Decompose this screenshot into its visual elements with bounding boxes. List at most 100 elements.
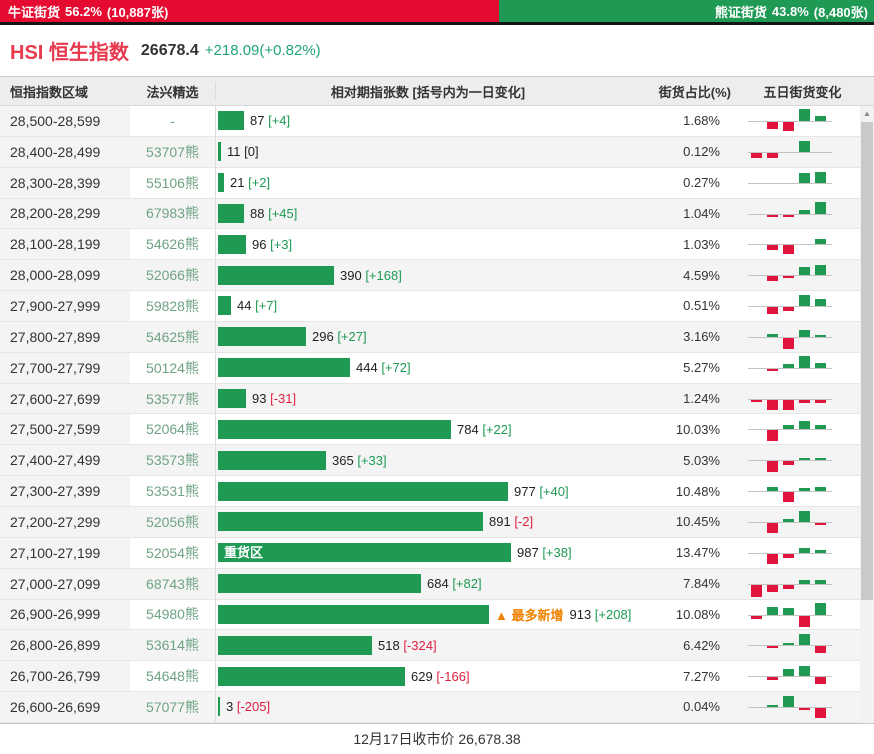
five-day-bar-down bbox=[783, 584, 794, 589]
five-day-bar-up bbox=[799, 329, 810, 337]
outstanding-pct-cell: 4.59% bbox=[683, 267, 720, 283]
sg-pick-cell[interactable]: - bbox=[130, 106, 215, 136]
sg-pick-cell[interactable]: 52054熊 bbox=[130, 538, 215, 568]
one-day-change: [+38] bbox=[542, 545, 572, 561]
index-range-cell: 28,100-28,199 bbox=[0, 229, 130, 260]
contracts-bar bbox=[218, 203, 244, 223]
outstanding-pct-cell: 5.03% bbox=[683, 452, 720, 468]
five-day-bar-down bbox=[751, 615, 762, 619]
sg-pick-cell[interactable]: 53577熊 bbox=[130, 384, 215, 414]
sg-pick-cell[interactable]: 52064熊 bbox=[130, 414, 215, 444]
outstanding-pct-cell: 10.03% bbox=[675, 421, 720, 437]
five-day-bar-up bbox=[783, 643, 794, 646]
sg-pick-cell[interactable]: 59828熊 bbox=[130, 291, 215, 321]
table-row: 26,700-26,799 54648熊 629 [-166] 7.27% bbox=[0, 661, 860, 693]
contracts-cell: 891 [-2] bbox=[215, 506, 640, 537]
index-range-cell: 27,300-27,399 bbox=[0, 476, 130, 506]
five-day-bar-down bbox=[783, 214, 794, 217]
contracts-cell: 96 [+3] bbox=[215, 229, 640, 260]
sg-pick-cell[interactable]: 67983熊 bbox=[130, 199, 215, 229]
outstanding-pct-cell: 0.51% bbox=[683, 298, 720, 314]
five-day-bar-up bbox=[783, 425, 794, 430]
closing-price-text: 12月17日收市价 26,678.38 bbox=[353, 730, 521, 747]
five-day-bar-down bbox=[783, 461, 794, 466]
bear-warrant-percent: 43.8% bbox=[771, 3, 809, 19]
bear-warrant-label: 熊证街货 bbox=[714, 4, 767, 20]
index-range-cell: 27,400-27,499 bbox=[0, 445, 130, 476]
index-name: HSI 恒生指数 bbox=[10, 42, 129, 64]
index-range-cell: 27,100-27,199 bbox=[0, 537, 130, 568]
five-day-bar-down bbox=[767, 245, 778, 251]
one-day-change: [+7] bbox=[255, 298, 278, 314]
outstanding-pct-cell: 0.04% bbox=[683, 699, 720, 715]
five-day-bar-down bbox=[783, 245, 794, 255]
five-day-chart-cell bbox=[745, 538, 860, 568]
table-row: 27,200-27,299 52056熊 891 [-2] 10.45% bbox=[0, 506, 860, 538]
table-row: 28,400-28,499 53707熊 11 [0] 0.12% bbox=[0, 136, 860, 168]
contracts-bar bbox=[218, 604, 489, 624]
contracts-cell: 684 [+82] bbox=[215, 568, 640, 599]
contracts-value: 444 [+72] bbox=[356, 360, 411, 376]
table-row: 27,000-27,099 68743熊 684 [+82] 7.84% bbox=[0, 568, 860, 600]
sg-pick-cell[interactable]: 57077熊 bbox=[130, 692, 215, 722]
sg-pick-cell[interactable]: 54648熊 bbox=[130, 661, 215, 691]
index-range-cell: 28,400-28,499 bbox=[0, 136, 130, 167]
outstanding-pct-cell: 5.27% bbox=[683, 360, 720, 376]
table-row: 27,900-27,999 59828熊 44 [+7] 0.51% bbox=[0, 291, 860, 322]
five-day-bar-down bbox=[767, 307, 778, 315]
contracts-bar bbox=[218, 234, 246, 254]
five-day-bar-up bbox=[799, 267, 810, 276]
sg-pick-cell[interactable]: 53573熊 bbox=[130, 445, 215, 475]
contracts-value: 913 [+208] bbox=[569, 606, 632, 622]
index-range-cell: 26,800-26,899 bbox=[0, 630, 130, 661]
contracts-cell: 518 [-324] bbox=[215, 630, 640, 661]
sg-pick-cell[interactable]: 55106熊 bbox=[130, 168, 215, 198]
sg-pick-cell[interactable]: 50124熊 bbox=[130, 353, 215, 383]
five-day-chart-cell bbox=[745, 260, 860, 290]
contracts-value: 977 [+40] bbox=[514, 483, 569, 499]
five-day-chart-cell bbox=[745, 322, 860, 352]
sg-pick-cell[interactable]: 53614熊 bbox=[130, 630, 215, 660]
sg-pick-cell[interactable]: 54626熊 bbox=[130, 229, 215, 259]
outstanding-pct-cell: 3.16% bbox=[683, 329, 720, 345]
five-day-bar-up bbox=[815, 458, 826, 461]
scrollbar-thumb[interactable] bbox=[861, 122, 873, 600]
five-day-bar-up bbox=[799, 109, 810, 121]
sg-pick-cell[interactable]: 53531熊 bbox=[130, 476, 215, 506]
five-day-chart-cell bbox=[745, 476, 860, 506]
contracts-value: 44 [+7] bbox=[237, 298, 278, 314]
five-day-bar-down bbox=[783, 307, 794, 312]
scrollbar[interactable]: ▲ bbox=[860, 106, 874, 723]
five-day-baseline bbox=[748, 182, 832, 184]
five-day-bar-up bbox=[767, 487, 778, 492]
five-day-bar-down bbox=[751, 584, 762, 597]
five-day-bar-up bbox=[815, 579, 826, 584]
column-header-sg-picks: 法兴精选 bbox=[146, 84, 199, 100]
contracts-bar bbox=[218, 512, 483, 532]
five-day-chart-cell bbox=[745, 661, 860, 691]
column-header-contracts: 相对期指张数 [括号内为一日变化] bbox=[215, 81, 640, 101]
contracts-bar bbox=[218, 111, 244, 131]
sg-pick-cell[interactable]: 54980熊 bbox=[130, 600, 215, 630]
scrollbar-up-arrow-icon[interactable]: ▲ bbox=[860, 106, 874, 121]
five-day-bar-up bbox=[799, 488, 810, 492]
five-day-bar-down bbox=[751, 399, 762, 402]
sg-pick-cell[interactable]: 52066熊 bbox=[130, 260, 215, 290]
one-day-change: [+72] bbox=[381, 360, 411, 376]
sg-pick-cell[interactable]: 53707熊 bbox=[130, 137, 215, 167]
five-day-bar-down bbox=[799, 399, 810, 403]
five-day-bar-down bbox=[767, 677, 778, 681]
outstanding-pct-cell: 6.42% bbox=[683, 637, 720, 653]
five-day-chart-cell bbox=[745, 445, 860, 475]
five-day-chart-cell bbox=[745, 106, 860, 136]
warrant-ratio-bar: 牛证街货 56.2% (10,887张) 熊证街货 43.8% (8,480张) bbox=[0, 0, 874, 22]
table-row: 28,300-28,399 55106熊 21 [+2] 0.27% bbox=[0, 167, 860, 199]
contracts-value: 365 [+33] bbox=[332, 452, 387, 468]
sg-pick-cell[interactable]: 54625熊 bbox=[130, 322, 215, 352]
outstanding-pct-cell: 0.27% bbox=[683, 175, 720, 191]
sg-pick-cell[interactable]: 68743熊 bbox=[130, 569, 215, 599]
sg-pick-cell[interactable]: 52056熊 bbox=[130, 507, 215, 537]
one-day-change: [-2] bbox=[514, 514, 534, 530]
five-day-bar-up bbox=[799, 579, 810, 584]
five-day-chart-cell bbox=[745, 199, 860, 229]
